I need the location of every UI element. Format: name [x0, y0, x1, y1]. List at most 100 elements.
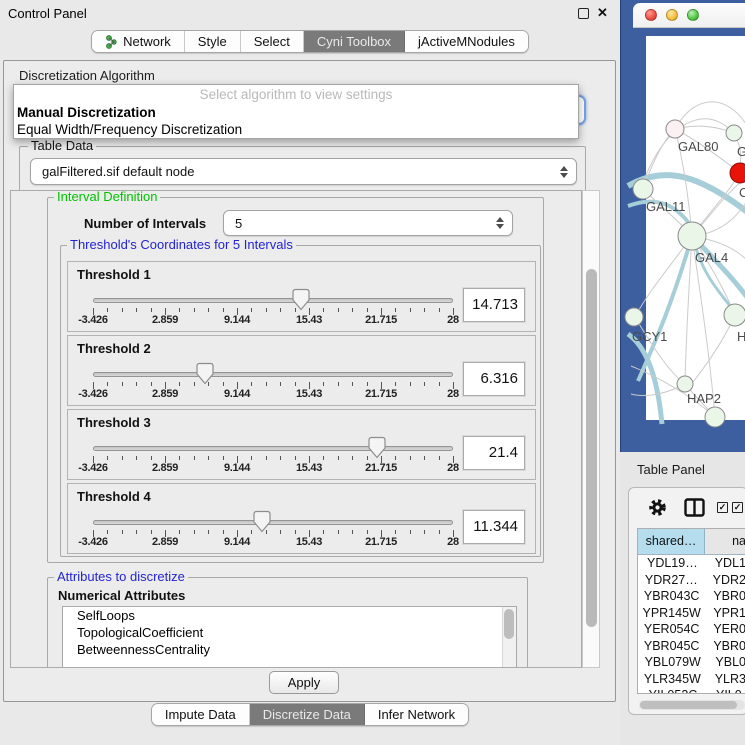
- table-panel-region: Table Panel ✓ ✓ shared… na YDL19…YDL1YDR…: [620, 452, 745, 745]
- threshold-label: Threshold 4: [77, 489, 151, 504]
- threshold-value-field[interactable]: 21.4: [463, 436, 525, 470]
- threshold-value-field[interactable]: 11.344: [463, 510, 525, 544]
- table-row[interactable]: YLR345WYLR3: [638, 671, 745, 688]
- column-header-name[interactable]: na: [705, 529, 745, 554]
- attribute-list-item[interactable]: TopologicalCoefficient: [63, 624, 516, 641]
- threshold-slider-track[interactable]: [93, 298, 453, 303]
- tab-style[interactable]: Style: [185, 31, 241, 52]
- threshold-value-field[interactable]: 6.316: [463, 362, 525, 396]
- cell-name: YDR2: [705, 572, 745, 589]
- network-node-GAL11[interactable]: [633, 179, 653, 199]
- slider-tick: [136, 456, 137, 460]
- slider-tick: [352, 456, 353, 460]
- network-icon: [105, 35, 118, 49]
- settings-scrollbar[interactable]: [582, 190, 600, 668]
- tab-label: Select: [254, 34, 290, 49]
- table-row[interactable]: YPR145WYPR1: [638, 605, 745, 622]
- slider-tick: [151, 308, 152, 312]
- tab-cyni-toolbox[interactable]: Cyni Toolbox: [304, 31, 405, 52]
- attribute-list-item[interactable]: SelfLoops: [63, 607, 516, 624]
- table-horizontal-scrollbar[interactable]: [639, 700, 745, 710]
- slider-tick: [323, 530, 324, 534]
- network-node-node-red[interactable]: [730, 163, 745, 183]
- threshold-slider-thumb[interactable]: [368, 436, 386, 459]
- slider-tick: [439, 382, 440, 386]
- tab-select[interactable]: Select: [241, 31, 304, 52]
- apply-button[interactable]: Apply: [269, 671, 339, 694]
- network-node-HAP2[interactable]: [677, 376, 693, 392]
- close-icon[interactable]: ✕: [597, 5, 611, 21]
- tab-network[interactable]: Network: [92, 31, 185, 52]
- attribute-list-item[interactable]: BetweennessCentrality: [63, 641, 516, 658]
- dropdown-option[interactable]: Equal Width/Frequency Discretization: [14, 121, 578, 138]
- table-data-combobox[interactable]: galFiltered.sif default node: [30, 158, 577, 185]
- number-of-intervals-combobox[interactable]: 5: [223, 210, 513, 236]
- numerical-attributes-list[interactable]: SelfLoopsTopologicalCoefficientBetweenne…: [62, 606, 517, 668]
- slider-tick: [251, 308, 252, 312]
- threshold-label: Threshold 1: [77, 267, 151, 282]
- threshold-slider-track[interactable]: [93, 372, 453, 377]
- dropdown-prompt: Select algorithm to view settings: [14, 85, 578, 104]
- slider-tick: [208, 308, 209, 312]
- tab-label: Cyni Toolbox: [317, 34, 391, 49]
- list-scrollbar[interactable]: [502, 607, 516, 668]
- checkbox-icon[interactable]: ✓: [732, 502, 743, 513]
- threshold-slider-track[interactable]: [93, 520, 453, 525]
- slider-tick-label: 28: [447, 536, 459, 548]
- columns-icon[interactable]: [684, 498, 705, 517]
- zoom-traffic-light[interactable]: [687, 9, 699, 21]
- slider-tick: [223, 530, 224, 534]
- network-node-GCY1[interactable]: [625, 308, 643, 326]
- threshold-slider-thumb[interactable]: [253, 510, 271, 533]
- network-node-GAL4[interactable]: [678, 222, 706, 250]
- network-canvas[interactable]: GAL80GGAL11CGAL4GCY1HHAP2: [646, 36, 745, 420]
- scrollbar-thumb[interactable]: [586, 269, 597, 627]
- threshold-slider-thumb[interactable]: [292, 288, 310, 311]
- cell-shared-name: YDL19…: [638, 555, 707, 572]
- network-window-titlebar[interactable]: [633, 3, 745, 28]
- slider-tick: [223, 308, 224, 312]
- cell-name: YER0: [705, 621, 745, 638]
- threshold-row: Threshold 2-3.4262.8599.14415.4321.71528…: [67, 335, 536, 406]
- slider-tick-label: -3.426: [78, 388, 107, 400]
- network-node-node-H[interactable]: [724, 304, 745, 326]
- attributes-group: Attributes to discretize Numerical Attri…: [47, 577, 528, 668]
- column-header-shared-name[interactable]: shared…: [638, 529, 705, 554]
- tab-label: Style: [198, 34, 227, 49]
- threshold-slider-track[interactable]: [93, 446, 453, 451]
- slider-tick: [367, 382, 368, 386]
- table-row[interactable]: YDL19…YDL1: [638, 555, 745, 572]
- table-row[interactable]: YIL052CYIL0: [638, 687, 745, 694]
- minimize-traffic-light[interactable]: [666, 9, 678, 21]
- close-traffic-light[interactable]: [645, 9, 657, 21]
- thresholds-group: Threshold's Coordinates for 5 Intervals …: [60, 245, 541, 557]
- slider-tick: [179, 456, 180, 460]
- checkbox-icon[interactable]: ✓: [717, 502, 728, 513]
- slider-tick: [395, 456, 396, 460]
- threshold-slider-thumb[interactable]: [196, 362, 214, 385]
- slider-tick: [194, 530, 195, 534]
- tab-discretize-data[interactable]: Discretize Data: [250, 704, 365, 725]
- cell-shared-name: YDR27…: [638, 572, 705, 589]
- network-node-node-top-right[interactable]: [726, 125, 742, 141]
- slider-tick: [439, 456, 440, 460]
- algorithm-dropdown-popup: Select algorithm to view settings Manual…: [13, 84, 579, 139]
- tab-infer-network[interactable]: Infer Network: [365, 704, 468, 725]
- table-row[interactable]: YBL079WYBL0: [638, 654, 745, 671]
- tab-jactivemnodules[interactable]: jActiveMNodules: [405, 31, 528, 52]
- float-window-icon[interactable]: [578, 8, 589, 19]
- scrollbar-thumb[interactable]: [640, 701, 737, 709]
- gear-icon[interactable]: [648, 498, 667, 517]
- dropdown-option[interactable]: Manual Discretization: [14, 104, 578, 121]
- network-node-node-bottom[interactable]: [705, 407, 725, 427]
- slider-tick: [266, 456, 267, 460]
- table-row[interactable]: YDR27…YDR2: [638, 572, 745, 589]
- table-row[interactable]: YER054CYER0: [638, 621, 745, 638]
- table-row[interactable]: YBR045CYBR0: [638, 638, 745, 655]
- network-node-GAL80[interactable]: [666, 120, 684, 138]
- table-row[interactable]: YBR043CYBR0: [638, 588, 745, 605]
- slider-tick-label: 15.43: [296, 388, 322, 400]
- tab-impute-data[interactable]: Impute Data: [152, 704, 250, 725]
- threshold-value-field[interactable]: 14.713: [463, 288, 525, 322]
- slider-tick-label: 15.43: [296, 314, 322, 326]
